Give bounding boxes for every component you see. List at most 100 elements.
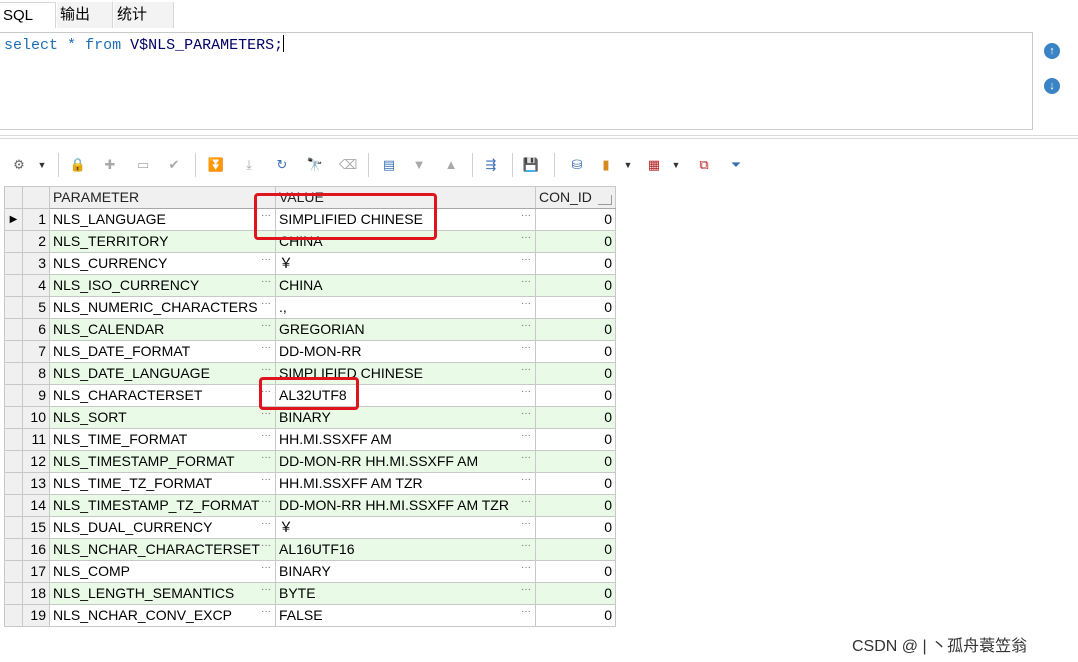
- grid-corner[interactable]: [4, 186, 23, 209]
- post-changes-icon[interactable]: ✔: [165, 156, 183, 174]
- table-row[interactable]: 14 NLS_TIMESTAMP_TZ_FORMAT ··· DD-MON-RR HH…: [4, 494, 616, 517]
- cell-con-id[interactable]: 0: [535, 252, 616, 275]
- row-indicator[interactable]: [4, 560, 23, 583]
- cell-parameter[interactable]: NLS_DUAL_CURRENCY ···: [49, 516, 276, 539]
- cell-parameter[interactable]: NLS_LANGUAGE ···: [49, 208, 276, 231]
- lock-icon[interactable]: 🔒: [69, 156, 87, 174]
- row-number[interactable]: 2: [22, 230, 50, 253]
- splitter-handle[interactable]: [0, 135, 1078, 139]
- row-indicator[interactable]: [4, 582, 23, 605]
- row-number[interactable]: 9: [22, 384, 50, 407]
- cell-value[interactable]: DD-MON-RR ···: [275, 340, 536, 363]
- table-row[interactable]: 6 NLS_CALENDAR ··· GREGORIAN ··· 0: [4, 318, 616, 341]
- row-indicator[interactable]: [4, 230, 23, 253]
- cell-value[interactable]: GREGORIAN ···: [275, 318, 536, 341]
- cell-parameter[interactable]: NLS_NCHAR_CONV_EXCP ···: [49, 604, 276, 627]
- table-row[interactable]: 7 NLS_DATE_FORMAT ··· DD-MON-RR ··· 0: [4, 340, 616, 363]
- row-indicator[interactable]: [4, 406, 23, 429]
- row-number[interactable]: 15: [22, 516, 50, 539]
- export-icon[interactable]: ⛁: [568, 156, 586, 174]
- refresh-icon[interactable]: ↻: [273, 156, 291, 174]
- column-header-parameter[interactable]: PARAMETER: [49, 186, 276, 209]
- cell-con-id[interactable]: 0: [535, 296, 616, 319]
- grid-corner-rownum[interactable]: [22, 186, 50, 209]
- fetch-next-icon[interactable]: ⏬: [207, 156, 225, 174]
- table-row[interactable]: 17 NLS_COMP ··· BINARY ··· 0: [4, 560, 616, 583]
- row-number[interactable]: 1: [22, 208, 50, 231]
- row-number[interactable]: 18: [22, 582, 50, 605]
- chevron-down-icon[interactable]: ▼: [37, 156, 47, 174]
- cell-editor-button[interactable]: ···: [521, 320, 531, 337]
- table-row[interactable]: 12 NLS_TIMESTAMP_FORMAT ··· DD-MON-RR HH.MI…: [4, 450, 616, 473]
- find-icon[interactable]: 🔭: [306, 156, 324, 174]
- scroll-down-icon[interactable]: ↓: [1044, 78, 1060, 94]
- cell-parameter[interactable]: NLS_CHARACTERSET ···: [49, 384, 276, 407]
- cell-editor-button[interactable]: ···: [521, 364, 531, 381]
- row-indicator[interactable]: [4, 604, 23, 627]
- cell-value[interactable]: ., ···: [275, 296, 536, 319]
- chevron-down-icon[interactable]: ▼: [623, 156, 633, 174]
- row-number[interactable]: 7: [22, 340, 50, 363]
- cell-editor-button[interactable]: ···: [521, 584, 531, 601]
- row-indicator[interactable]: [4, 340, 23, 363]
- row-indicator[interactable]: [4, 384, 23, 407]
- cell-parameter[interactable]: NLS_ISO_CURRENCY ···: [49, 274, 276, 297]
- row-number[interactable]: 10: [22, 406, 50, 429]
- cell-value[interactable]: HH.MI.SSXFF AM TZR ···: [275, 472, 536, 495]
- cell-editor-button[interactable]: ···: [521, 298, 531, 315]
- row-indicator[interactable]: [4, 428, 23, 451]
- single-record-view-icon[interactable]: ▤: [380, 156, 398, 174]
- cell-con-id[interactable]: 0: [535, 560, 616, 583]
- cell-value[interactable]: CHINA ···: [275, 274, 536, 297]
- cell-parameter[interactable]: NLS_LENGTH_SEMANTICS ···: [49, 582, 276, 605]
- cell-editor-button[interactable]: ···: [521, 254, 531, 271]
- table-row[interactable]: 5 NLS_NUMERIC_CHARACTERS ···., ··· 0: [4, 296, 616, 319]
- cell-parameter[interactable]: NLS_TIME_TZ_FORMAT ···: [49, 472, 276, 495]
- column-menu-icon[interactable]: [598, 195, 612, 205]
- row-number[interactable]: 8: [22, 362, 50, 385]
- cell-parameter[interactable]: NLS_COMP ···: [49, 560, 276, 583]
- cell-parameter[interactable]: NLS_TERRITORY ···: [49, 230, 276, 253]
- cell-con-id[interactable]: 0: [535, 472, 616, 495]
- table-row[interactable]: 15 NLS_DUAL_CURRENCY ··· ￥ ··· 0: [4, 516, 616, 539]
- cell-editor-button[interactable]: ···: [261, 298, 271, 315]
- column-header-con-id[interactable]: CON_ID: [535, 186, 616, 209]
- cell-con-id[interactable]: 0: [535, 208, 616, 231]
- cell-con-id[interactable]: 0: [535, 318, 616, 341]
- cell-con-id[interactable]: 0: [535, 450, 616, 473]
- cell-editor-button[interactable]: ···: [261, 342, 271, 359]
- cell-con-id[interactable]: 0: [535, 406, 616, 429]
- chevron-down-icon[interactable]: ▼: [671, 156, 681, 174]
- cell-parameter[interactable]: NLS_TIME_FORMAT ···: [49, 428, 276, 451]
- row-number[interactable]: 6: [22, 318, 50, 341]
- row-number[interactable]: 4: [22, 274, 50, 297]
- cell-editor-button[interactable]: ···: [261, 452, 271, 469]
- table-row[interactable]: 11 NLS_TIME_FORMAT ··· HH.MI.SSXFF AM ··· 0: [4, 428, 616, 451]
- cell-con-id[interactable]: 0: [535, 604, 616, 627]
- table-row[interactable]: 4 NLS_ISO_CURRENCY ··· CHINA ··· 0: [4, 274, 616, 297]
- tab-output[interactable]: 输出: [57, 2, 113, 28]
- fetch-last-icon[interactable]: ⤓: [240, 156, 258, 174]
- row-indicator[interactable]: [4, 274, 23, 297]
- cell-editor-button[interactable]: ···: [521, 430, 531, 447]
- cell-editor-button[interactable]: ···: [261, 584, 271, 601]
- cell-value[interactable]: DD-MON-RR HH.MI.SSXFF AM ···: [275, 450, 536, 473]
- row-indicator[interactable]: [4, 472, 23, 495]
- cell-editor-button[interactable]: ···: [521, 276, 531, 293]
- cell-editor-button[interactable]: ···: [521, 342, 531, 359]
- row-number[interactable]: 12: [22, 450, 50, 473]
- cell-con-id[interactable]: 0: [535, 582, 616, 605]
- delete-record-icon[interactable]: ▭: [134, 156, 152, 174]
- cell-value[interactable]: AL16UTF16 ···: [275, 538, 536, 561]
- cell-parameter[interactable]: NLS_DATE_LANGUAGE ···: [49, 362, 276, 385]
- table-row[interactable]: 3 NLS_CURRENCY ··· ￥ ··· 0: [4, 252, 616, 275]
- row-number[interactable]: 5: [22, 296, 50, 319]
- row-indicator[interactable]: [4, 362, 23, 385]
- row-indicator[interactable]: [4, 516, 23, 539]
- cell-editor-button[interactable]: ···: [261, 562, 271, 579]
- save-icon[interactable]: 💾: [522, 156, 540, 174]
- cell-parameter[interactable]: NLS_TIMESTAMP_TZ_FORMAT ···: [49, 494, 276, 517]
- cell-editor-button[interactable]: ···: [261, 474, 271, 491]
- cell-editor-button[interactable]: ···: [261, 496, 271, 513]
- cell-con-id[interactable]: 0: [535, 340, 616, 363]
